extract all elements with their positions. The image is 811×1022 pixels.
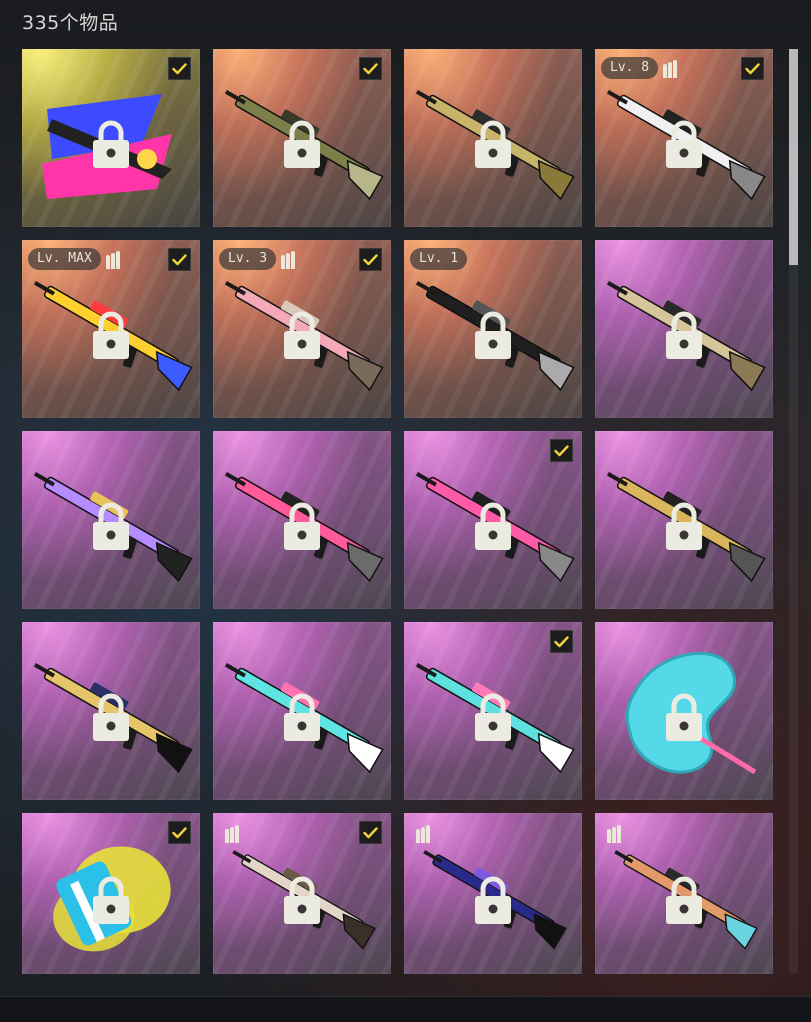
inventory-item-cyan-parachute-trail-item[interactable] bbox=[595, 622, 773, 800]
equipped-check-icon[interactable] bbox=[168, 57, 191, 80]
inventory-item-gold-blue-smg-skin[interactable] bbox=[22, 622, 200, 800]
level-indicator: Lv. MAX bbox=[28, 248, 120, 270]
padlock-icon bbox=[93, 502, 129, 550]
inventory-item-white-black-rifle-skin[interactable]: Lv. 8 bbox=[595, 49, 773, 227]
level-badge: Lv. 8 bbox=[601, 57, 659, 79]
padlock-icon bbox=[666, 502, 702, 550]
inventory-scrollbar[interactable] bbox=[789, 49, 798, 973]
inventory-item-cyan-pink-lmg-skin[interactable] bbox=[404, 622, 582, 800]
inventory-item-pink-black-rifle-skin[interactable] bbox=[213, 431, 391, 609]
padlock-icon bbox=[284, 876, 320, 924]
ammo-icon bbox=[663, 58, 678, 78]
inventory-item-yellow-smoke-parachute-item[interactable] bbox=[22, 813, 200, 974]
padlock-icon bbox=[93, 311, 129, 359]
bottom-bar bbox=[0, 996, 811, 1022]
padlock-icon bbox=[475, 876, 511, 924]
inventory-item-blue-purple-rifle-skin[interactable] bbox=[404, 813, 582, 974]
padlock-icon bbox=[475, 120, 511, 168]
padlock-icon bbox=[93, 876, 129, 924]
inventory-item-purple-gold-rifle-skin[interactable] bbox=[22, 431, 200, 609]
scrollbar-thumb[interactable] bbox=[789, 49, 798, 265]
level-badge: Lv. MAX bbox=[28, 248, 101, 270]
equipped-check-icon[interactable] bbox=[359, 57, 382, 80]
padlock-icon bbox=[93, 693, 129, 741]
inventory-item-pop-art-rifle-skin[interactable]: Lv. MAX bbox=[22, 240, 200, 418]
level-indicator: Lv. 1 bbox=[410, 248, 468, 270]
padlock-icon bbox=[284, 693, 320, 741]
ammo-icon bbox=[281, 249, 296, 269]
inventory-title: 335个物品 bbox=[22, 12, 119, 34]
level-indicator: Lv. 3 bbox=[219, 248, 296, 270]
equipped-check-icon[interactable] bbox=[550, 439, 573, 462]
level-indicator: Lv. 8 bbox=[601, 57, 678, 79]
inventory-item-tan-sniper-skin[interactable] bbox=[595, 240, 773, 418]
inventory-item-pink-sniper-skin[interactable]: Lv. 3 bbox=[213, 240, 391, 418]
inventory-item-gold-ornate-rifle-skin[interactable] bbox=[404, 49, 582, 227]
ammo-icon bbox=[105, 249, 120, 269]
padlock-icon bbox=[93, 120, 129, 168]
padlock-icon bbox=[475, 502, 511, 550]
inventory-item-black-drum-lmg-skin[interactable]: Lv. 1 bbox=[404, 240, 582, 418]
inventory-item-graffiti-assault-rifle-skin[interactable] bbox=[22, 49, 200, 227]
equipped-check-icon[interactable] bbox=[168, 248, 191, 271]
inventory-item-ak-camo-skin[interactable] bbox=[213, 49, 391, 227]
equipped-check-icon[interactable] bbox=[168, 821, 191, 844]
equipped-check-icon[interactable] bbox=[359, 821, 382, 844]
padlock-icon bbox=[284, 120, 320, 168]
inventory-item-cyan-pink-rifle-skin[interactable] bbox=[213, 622, 391, 800]
equipped-check-icon[interactable] bbox=[359, 248, 382, 271]
level-badge: Lv. 1 bbox=[410, 248, 468, 270]
inventory-item-gold-black-lmg-skin[interactable] bbox=[595, 431, 773, 609]
ammo-icon bbox=[416, 823, 430, 843]
ammo-icon bbox=[225, 823, 239, 843]
padlock-icon bbox=[475, 693, 511, 741]
inventory-item-copper-rifle-skin[interactable] bbox=[595, 813, 773, 974]
equipped-check-icon[interactable] bbox=[741, 57, 764, 80]
ammo-icon bbox=[607, 823, 621, 843]
padlock-icon bbox=[284, 311, 320, 359]
inventory-item-pink-marksman-skin[interactable] bbox=[404, 431, 582, 609]
padlock-icon bbox=[284, 502, 320, 550]
padlock-icon bbox=[666, 120, 702, 168]
inventory-item-engraved-shotgun-skin[interactable] bbox=[213, 813, 391, 974]
equipped-check-icon[interactable] bbox=[550, 630, 573, 653]
padlock-icon bbox=[666, 693, 702, 741]
level-badge: Lv. 3 bbox=[219, 248, 277, 270]
padlock-icon bbox=[666, 876, 702, 924]
padlock-icon bbox=[666, 311, 702, 359]
padlock-icon bbox=[475, 311, 511, 359]
